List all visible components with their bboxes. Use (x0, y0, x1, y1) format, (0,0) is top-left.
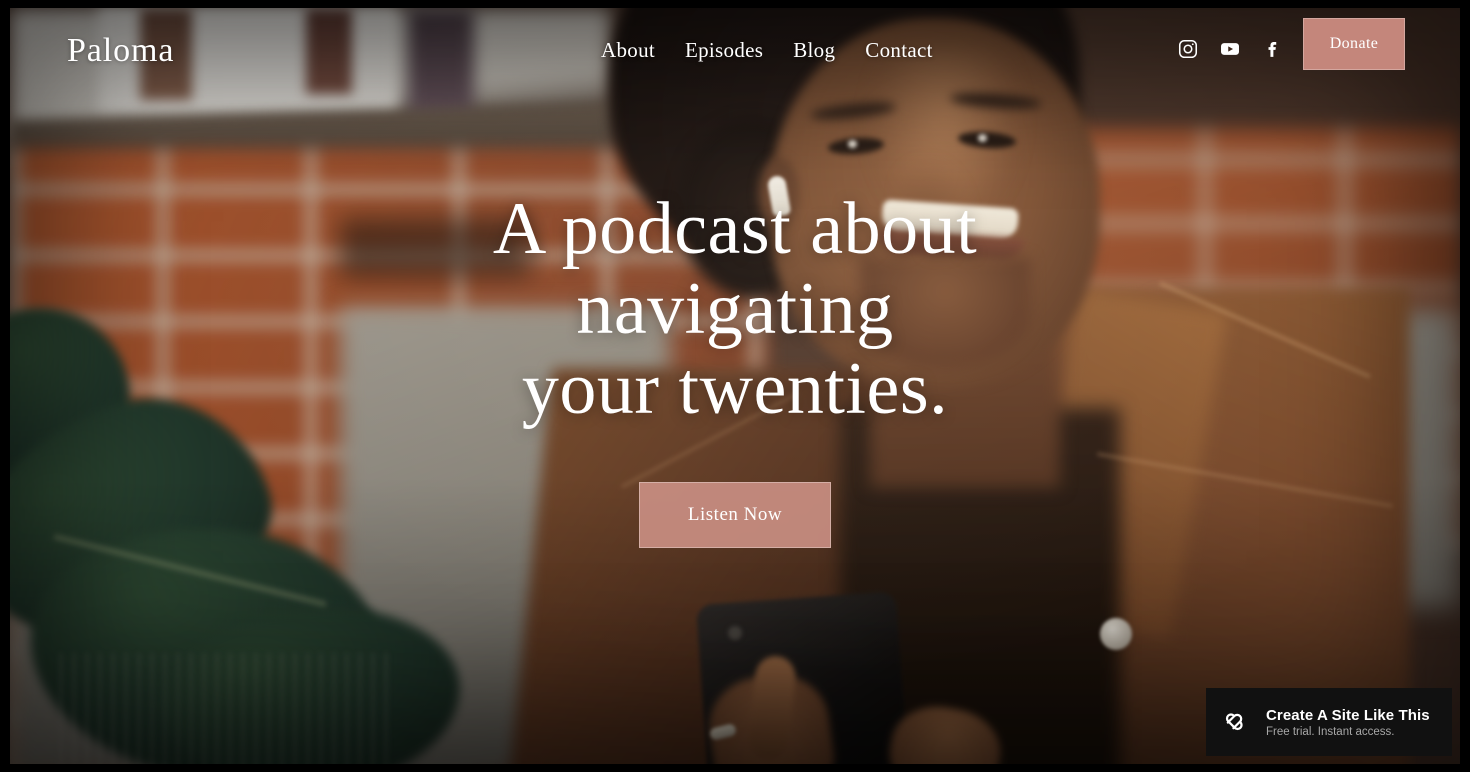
squarespace-logo (1222, 707, 1252, 737)
youtube-icon[interactable] (1219, 38, 1241, 60)
nav-item-blog[interactable]: Blog (793, 38, 835, 63)
site-header: Paloma About Episodes Blog Contact Donat… (10, 8, 1460, 100)
squarespace-promo-banner[interactable]: Create A Site Like This Free trial. Inst… (1206, 688, 1452, 756)
browser-viewport: Paloma About Episodes Blog Contact Donat… (10, 8, 1460, 764)
squarespace-promo-text: Create A Site Like This Free trial. Inst… (1266, 707, 1430, 738)
instagram-icon[interactable] (1177, 38, 1199, 60)
nav-item-contact[interactable]: Contact (865, 38, 932, 63)
photo-vignette (10, 8, 1460, 764)
promo-title: Create A Site Like This (1266, 706, 1430, 724)
donate-button[interactable]: Donate (1303, 18, 1405, 70)
facebook-icon[interactable] (1261, 38, 1283, 60)
site-logo[interactable]: Paloma (67, 32, 174, 70)
nav-item-about[interactable]: About (601, 38, 655, 63)
hero-background-photo (10, 8, 1460, 764)
nav-item-episodes[interactable]: Episodes (685, 38, 763, 63)
primary-navigation: About Episodes Blog Contact (601, 38, 933, 63)
social-links (1177, 38, 1283, 60)
listen-now-button[interactable]: Listen Now (639, 481, 831, 548)
promo-subtitle: Free trial. Instant access. (1266, 725, 1395, 738)
